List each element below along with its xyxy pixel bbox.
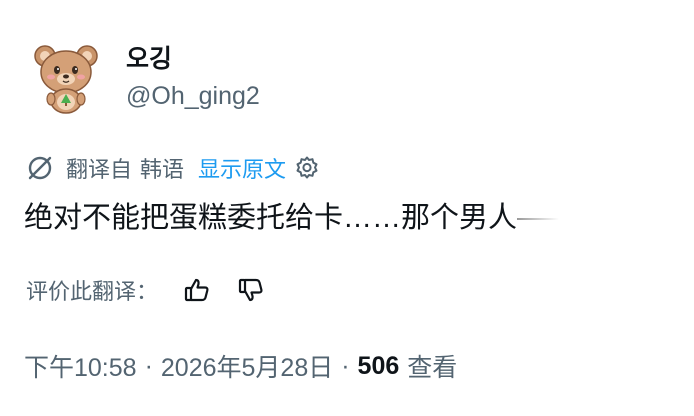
globe-icon [28,156,52,180]
views-count[interactable]: 506 [358,352,400,381]
thumbs-down-button[interactable] [234,273,268,307]
meta-separator: · [341,351,350,380]
tweet-author-header: 오깅 @Oh_ging2 [26,38,260,118]
thumbs-up-icon [184,278,209,302]
rate-translation-label: 评价此翻译： [26,279,159,304]
user-handle[interactable]: @Oh_ging2 [126,79,260,113]
show-original-link[interactable]: 显示原文 [198,152,286,184]
bear-avatar-icon [34,45,98,114]
views-label[interactable]: 查看 [407,348,457,384]
thumbs-down-icon [238,278,263,302]
gear-icon[interactable] [294,155,320,181]
tweet-text-content: 绝对不能把蛋糕委托给卡……那个男人 [24,202,518,234]
tweet-meta: 下午10:58 · 2026年5月28日 · 506 查看 [24,346,457,386]
author-names: 오깅 @Oh_ging2 [126,43,260,113]
translation-bar: 翻译自 韩语 显示原文 [26,150,320,186]
avatar[interactable] [26,38,106,118]
tweet-date[interactable]: 2026年5月28日 [161,348,333,384]
tweet-time[interactable]: 下午10:58 [24,348,137,384]
tweet-text: 绝对不能把蛋糕委托给卡……那个男人 [24,196,560,240]
source-language: 韩语 [140,157,185,182]
meta-separator: · [144,351,153,380]
display-name[interactable]: 오깅 [126,43,260,75]
text-fade-decoration [517,218,560,221]
thumbs-up-button[interactable] [180,273,214,307]
translated-from-label: 翻译自 [66,157,133,182]
rate-translation: 评价此翻译： [26,270,268,310]
